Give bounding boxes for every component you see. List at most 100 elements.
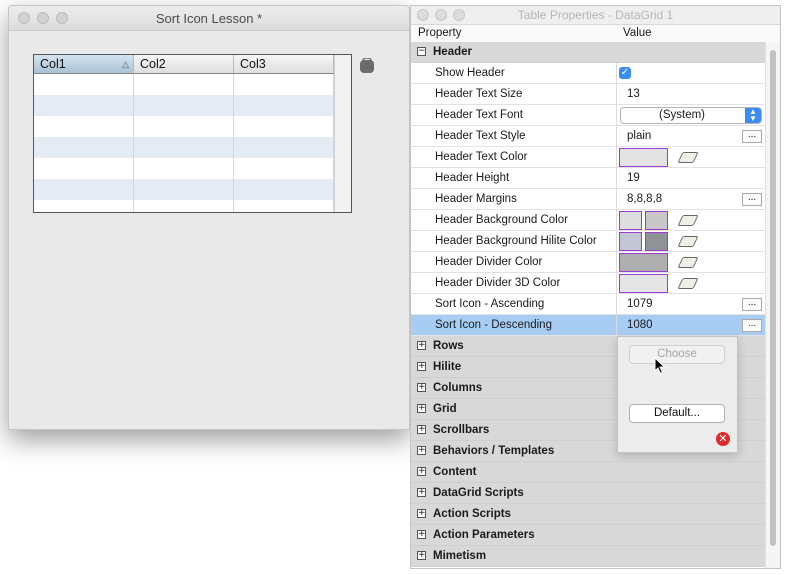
property-label: Header Margins <box>435 193 517 205</box>
edit-margins-button[interactable]: ... <box>742 193 762 206</box>
property-row-header-text-font[interactable]: Header Text Font (System) ▲ ▼ <box>411 105 765 126</box>
eraser-icon[interactable] <box>677 152 699 163</box>
data-grid[interactable]: Col1 △ Col2 Col3 <box>33 54 352 213</box>
property-list-scrollbar[interactable] <box>765 42 780 568</box>
header-text-style-value[interactable]: plain <box>627 126 651 147</box>
value-column-header[interactable]: Value <box>623 25 652 42</box>
section-label: Content <box>433 466 477 478</box>
column-divider <box>616 273 617 294</box>
property-label: Header Text Color <box>435 151 528 163</box>
choose-button[interactable]: Choose <box>629 345 725 364</box>
expand-icon[interactable]: + <box>417 362 426 371</box>
expand-icon[interactable]: + <box>417 488 426 497</box>
sort-ascending-value[interactable]: 1079 <box>627 294 653 315</box>
property-row-sort-icon-descending[interactable]: Sort Icon - Descending 1080 ... <box>411 315 765 336</box>
collapse-icon[interactable]: − <box>417 47 426 56</box>
property-row-show-header[interactable]: Show Header ✓ <box>411 63 765 84</box>
grid-row[interactable] <box>34 179 334 200</box>
column-divider <box>616 252 617 273</box>
column-divider <box>233 74 234 212</box>
expand-icon[interactable]: + <box>417 509 426 518</box>
property-row-header-divider-color[interactable]: Header Divider Color <box>411 252 765 273</box>
expand-icon[interactable]: + <box>417 551 426 560</box>
grid-vertical-scrollbar[interactable] <box>334 55 351 212</box>
property-label: Header Divider Color <box>435 256 543 268</box>
property-column-header[interactable]: Property <box>418 25 461 42</box>
expand-icon[interactable]: + <box>417 341 426 350</box>
expand-icon[interactable]: + <box>417 404 426 413</box>
section-datagrid-scripts[interactable]: + DataGrid Scripts <box>411 483 765 504</box>
header-text-size-value[interactable]: 13 <box>627 84 640 105</box>
grid-row[interactable] <box>34 116 334 137</box>
divider-color-swatch[interactable] <box>619 253 668 272</box>
expand-icon[interactable]: + <box>417 530 426 539</box>
property-row-sort-icon-ascending[interactable]: Sort Icon - Ascending 1079 ... <box>411 294 765 315</box>
sort-icon-lesson-window: Sort Icon Lesson * Col1 △ Col2 Col3 <box>8 5 410 430</box>
header-text-font-dropdown[interactable]: (System) ▲ ▼ <box>620 107 762 124</box>
property-row-header-text-color[interactable]: Header Text Color <box>411 147 765 168</box>
property-row-header-text-style[interactable]: Header Text Style plain ... <box>411 126 765 147</box>
section-label: DataGrid Scripts <box>433 487 524 499</box>
background-color-swatch-bottom[interactable] <box>645 211 668 230</box>
column-header-col3[interactable]: Col3 <box>234 55 334 73</box>
grid-row[interactable] <box>34 137 334 158</box>
scrollbar-thumb[interactable] <box>770 50 776 546</box>
column-header-col2[interactable]: Col2 <box>134 55 234 73</box>
header-text-color-swatch[interactable] <box>619 148 668 167</box>
hilite-color-swatch-top[interactable] <box>619 232 642 251</box>
section-content[interactable]: + Content <box>411 462 765 483</box>
title-bar: Sort Icon Lesson * <box>9 6 409 31</box>
header-margins-value[interactable]: 8,8,8,8 <box>627 189 662 210</box>
eraser-icon[interactable] <box>677 215 699 226</box>
expand-icon[interactable]: + <box>417 446 426 455</box>
property-table-header: Property Value <box>411 25 780 43</box>
default-button[interactable]: Default... <box>629 404 725 423</box>
choose-descending-icon-button[interactable]: ... <box>742 319 762 332</box>
lock-icon[interactable] <box>358 58 376 74</box>
remove-icon[interactable]: ✕ <box>716 432 730 446</box>
property-row-header-height[interactable]: Header Height 19 <box>411 168 765 189</box>
property-label: Header Height <box>435 172 510 184</box>
choose-ascending-icon-button[interactable]: ... <box>742 298 762 311</box>
section-label: Hilite <box>433 361 462 373</box>
expand-icon[interactable]: + <box>417 425 426 434</box>
property-list: − Header Show Header ✓ Header Text Size … <box>411 42 765 567</box>
expand-icon[interactable]: + <box>417 467 426 476</box>
column-divider <box>616 147 617 168</box>
expand-icon[interactable]: + <box>417 383 426 392</box>
property-label: Header Text Size <box>435 88 523 100</box>
sort-ascending-icon: △ <box>122 59 129 69</box>
section-action-scripts[interactable]: + Action Scripts <box>411 504 765 525</box>
column-divider <box>616 315 617 336</box>
property-row-header-margins[interactable]: Header Margins 8,8,8,8 ... <box>411 189 765 210</box>
hilite-color-swatch-bottom[interactable] <box>645 232 668 251</box>
section-header[interactable]: − Header <box>411 42 765 63</box>
column-divider <box>616 63 617 84</box>
column-divider <box>616 84 617 105</box>
section-action-parameters[interactable]: + Action Parameters <box>411 525 765 546</box>
column-divider <box>616 126 617 147</box>
background-color-swatch-top[interactable] <box>619 211 642 230</box>
section-label: Action Parameters <box>433 529 535 541</box>
property-row-header-divider-3d-color[interactable]: Header Divider 3D Color <box>411 273 765 294</box>
eraser-icon[interactable] <box>677 278 699 289</box>
section-mimetism[interactable]: + Mimetism <box>411 546 765 567</box>
section-label: Rows <box>433 340 464 352</box>
grid-row[interactable] <box>34 74 334 95</box>
grid-row[interactable] <box>34 95 334 116</box>
eraser-icon[interactable] <box>677 257 699 268</box>
title-bar: Table Properties - DataGrid 1 <box>411 6 780 25</box>
grid-header: Col1 △ Col2 Col3 <box>34 55 334 74</box>
property-row-header-background-hilite-color[interactable]: Header Background Hilite Color <box>411 231 765 252</box>
property-row-header-text-size[interactable]: Header Text Size 13 <box>411 84 765 105</box>
column-header-col1[interactable]: Col1 △ <box>34 55 134 73</box>
edit-text-style-button[interactable]: ... <box>742 130 762 143</box>
eraser-icon[interactable] <box>677 236 699 247</box>
show-header-checkbox[interactable]: ✓ <box>619 67 631 79</box>
property-row-header-background-color[interactable]: Header Background Color <box>411 210 765 231</box>
header-height-value[interactable]: 19 <box>627 168 640 189</box>
divider-3d-color-swatch[interactable] <box>619 274 668 293</box>
section-label: Grid <box>433 403 457 415</box>
sort-descending-value[interactable]: 1080 <box>627 315 653 336</box>
grid-row[interactable] <box>34 158 334 179</box>
